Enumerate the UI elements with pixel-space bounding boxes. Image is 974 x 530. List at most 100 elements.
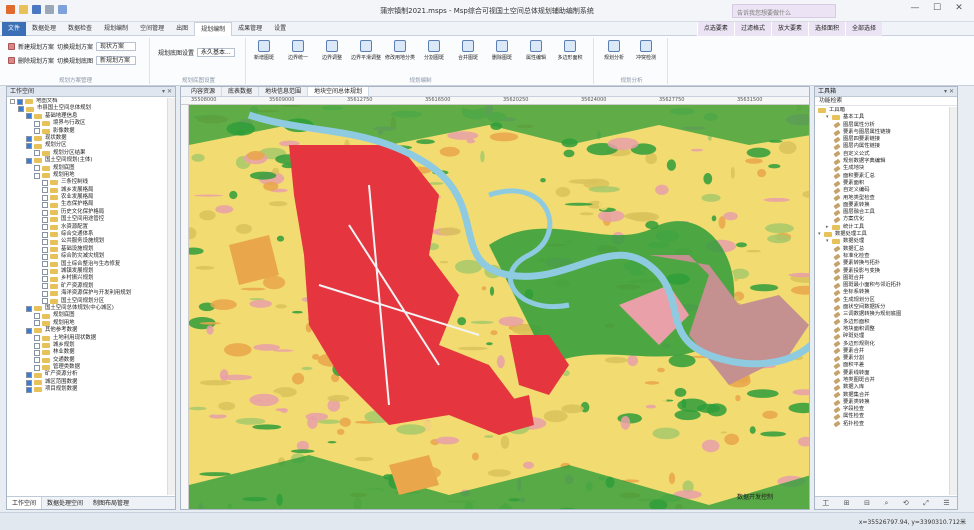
layer-checkbox[interactable] xyxy=(42,268,48,275)
ribbon-tab[interactable]: 空间管理 xyxy=(134,22,170,36)
layer-tree-item[interactable]: 水资源配置 xyxy=(7,224,167,231)
ribbon-button[interactable]: 边界调整 xyxy=(320,40,344,61)
toolbox-item[interactable]: 地块面积调整 xyxy=(815,326,949,333)
layer-checkbox[interactable] xyxy=(42,276,48,283)
panel-pin-icon[interactable]: ▾ ✕ xyxy=(162,87,172,97)
basemap-dropdown[interactable]: 永久基本... xyxy=(197,48,236,57)
toolbox-item[interactable]: ▾ 数据处理 xyxy=(815,238,949,245)
ribbon-button[interactable]: 冲突检测 xyxy=(634,40,658,61)
land-use-map[interactable] xyxy=(189,105,809,509)
expand-toggle-icon[interactable]: ▾ xyxy=(818,231,823,238)
expand-toggle-icon[interactable]: ▾ xyxy=(826,238,831,245)
toolbox-item[interactable]: 数据集合并 xyxy=(815,392,949,399)
expand-toggle-icon[interactable] xyxy=(10,99,15,105)
toolbox-item[interactable]: 图层四要素链接 xyxy=(815,136,949,144)
layer-checkbox[interactable] xyxy=(26,386,32,393)
layer-checkbox[interactable] xyxy=(18,106,24,113)
close-button[interactable]: ✕ xyxy=(948,3,970,13)
layer-checkbox[interactable] xyxy=(42,179,48,186)
toolbox-item[interactable]: 生成规划分区 xyxy=(815,297,949,304)
layer-checkbox[interactable] xyxy=(42,283,48,290)
ribbon-right-tab[interactable]: 全部选择 xyxy=(844,22,882,36)
toolbox-item[interactable]: 数据汇总 xyxy=(815,246,949,253)
layer-checkbox[interactable] xyxy=(42,261,48,268)
layer-checkbox[interactable] xyxy=(34,364,40,371)
minimize-button[interactable]: — xyxy=(904,3,926,13)
toolbox-item[interactable]: 图层内属性链接 xyxy=(815,143,949,151)
layer-tree-item[interactable]: 国土空间规划(主体) xyxy=(7,157,167,164)
layer-tree-item[interactable]: 现状数据 xyxy=(7,135,167,142)
layer-tree-item[interactable]: 国土空间总体规划(中心城区) xyxy=(7,305,167,312)
toolbox-item[interactable]: 生成地块 xyxy=(815,165,949,173)
layer-tree-item[interactable]: 林业数据 xyxy=(7,349,167,356)
toolbox-item[interactable]: ▸ 统计工具 xyxy=(815,224,949,231)
layer-checkbox[interactable] xyxy=(26,379,32,386)
map-tab[interactable]: 地块信息范围 xyxy=(259,87,309,96)
toolbox-item[interactable]: 字段检查 xyxy=(815,406,949,414)
toolbox-item[interactable]: 要素分割 xyxy=(815,355,949,363)
panel-tab[interactable]: 制图布局管理 xyxy=(88,497,134,509)
ribbon-button[interactable]: 合并图斑 xyxy=(456,40,480,61)
layer-checkbox[interactable] xyxy=(34,150,40,157)
map-tab[interactable]: 地块空间总体规划 xyxy=(308,87,370,96)
layer-tree-item[interactable]: 三条控制线 xyxy=(7,179,167,186)
layer-checkbox[interactable] xyxy=(34,120,40,127)
ribbon-tab[interactable]: 设置 xyxy=(268,22,292,36)
expand-toggle-icon[interactable]: ▾ xyxy=(826,114,831,121)
layer-checkbox[interactable] xyxy=(42,209,48,216)
layer-checkbox[interactable] xyxy=(42,224,48,231)
toolbar-icon[interactable]: ⌕ xyxy=(885,499,889,508)
layer-tree-item[interactable]: 规划用地 xyxy=(7,320,167,327)
layer-checkbox[interactable] xyxy=(26,143,32,150)
layer-tree-item[interactable]: 市县国土空间总体规划 xyxy=(7,105,167,113)
toolbox-item[interactable]: 数据入库 xyxy=(815,384,949,392)
ribbon-right-tab[interactable]: 过滤格式 xyxy=(733,22,771,36)
layer-checkbox[interactable] xyxy=(34,313,40,320)
ribbon-button[interactable]: 删除图斑 xyxy=(490,40,514,61)
toolbox-item[interactable]: 三调数据转换为规划底图 xyxy=(815,311,949,319)
toolbox-item[interactable]: 碎斑处理 xyxy=(815,333,949,341)
ribbon-tab[interactable]: 成果管理 xyxy=(232,22,268,36)
layer-checkbox[interactable] xyxy=(42,216,48,223)
vertical-scrollbar[interactable] xyxy=(949,107,957,495)
expand-toggle-icon[interactable]: ▸ xyxy=(826,224,831,231)
toolbar-icon[interactable]: ☰ xyxy=(943,499,949,507)
ribbon-tab[interactable]: 规划编制 xyxy=(98,22,134,36)
ribbon-button[interactable]: 新增图斑 xyxy=(252,40,276,61)
delete-scheme-button[interactable]: 删除规划方案 xyxy=(18,56,54,65)
layer-checkbox[interactable] xyxy=(34,335,40,342)
layer-checkbox[interactable] xyxy=(34,320,40,327)
layer-checkbox[interactable] xyxy=(17,98,23,105)
layer-tree-item[interactable]: 公共服务设施规划 xyxy=(7,238,167,246)
ribbon-button[interactable]: 多边形面积 xyxy=(558,40,583,61)
layer-tree-item[interactable]: 城乡规划 xyxy=(7,342,167,349)
toolbox-item[interactable]: 多边形规则化 xyxy=(815,341,949,348)
layer-tree-item[interactable]: 海洋资源保护与开发利用规划 xyxy=(7,290,167,297)
toolbox-item[interactable]: 图斑最小面积与邻近拓扑 xyxy=(815,282,949,290)
layer-tree-item[interactable]: 矿产资源分析 xyxy=(7,371,167,379)
toolbar-icon[interactable]: ⊟ xyxy=(864,499,870,507)
toolbox-item[interactable]: 要素类转换 xyxy=(815,399,949,406)
layer-tree-item[interactable]: 管理类数据 xyxy=(7,364,167,371)
open-icon[interactable] xyxy=(19,5,28,14)
toolbox-item[interactable]: 工具箱 xyxy=(815,107,949,114)
new-scheme-button[interactable]: 新建规划方案 xyxy=(18,42,54,51)
layer-checkbox[interactable] xyxy=(42,290,48,297)
layer-checkbox[interactable] xyxy=(26,113,32,120)
toolbox-item[interactable]: 规划数据字典编辑 xyxy=(815,158,949,166)
ribbon-tab[interactable]: 数据处理 xyxy=(26,22,62,36)
ribbon-tab[interactable]: 规划编制 xyxy=(194,22,233,36)
layer-tree-item[interactable]: 国土综合整治与生态修复 xyxy=(7,261,167,268)
toolbox-item[interactable]: 自定义公式 xyxy=(815,151,949,158)
layer-tree-item[interactable]: 规划底图 xyxy=(7,312,167,320)
layer-checkbox[interactable] xyxy=(42,187,48,194)
layer-checkbox[interactable] xyxy=(42,239,48,246)
ribbon-button[interactable]: 规划分析 xyxy=(602,40,626,61)
layer-tree-item[interactable]: 城乡发展格局 xyxy=(7,187,167,194)
current-scheme-dropdown[interactable]: 现状方案 xyxy=(96,42,137,51)
toolbox-item[interactable]: 图层融合工具 xyxy=(815,209,949,217)
layer-tree-item[interactable]: 生态保护格局 xyxy=(7,201,167,209)
layer-tree-item[interactable]: 基础地理信息 xyxy=(7,113,167,120)
layer-tree-item[interactable]: 国土空间用途管控 xyxy=(7,216,167,223)
toolbar-icon[interactable]: 工 xyxy=(822,498,829,508)
